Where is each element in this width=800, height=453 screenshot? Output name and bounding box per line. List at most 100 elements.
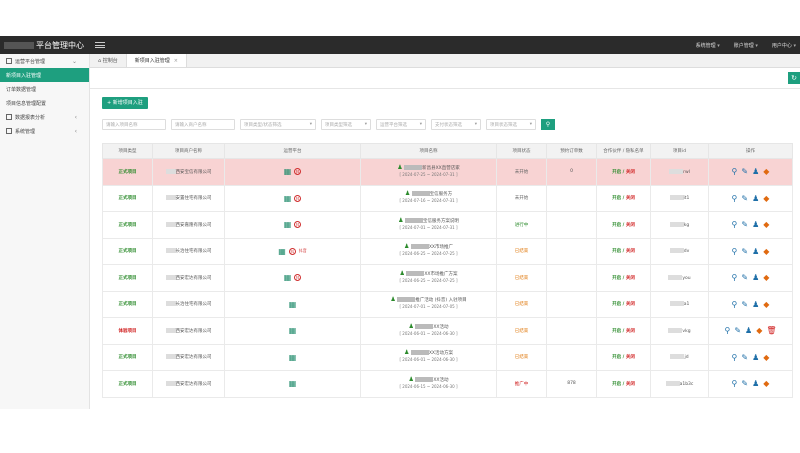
edit-icon[interactable]: ✎: [741, 194, 748, 203]
sidebar-item-new-project[interactable]: 新项目入驻管理: [0, 68, 89, 82]
project-name[interactable]: 推广活动 (抖音) 入驻项目: [415, 298, 466, 303]
gem-icon[interactable]: ◆: [763, 194, 769, 203]
user-icon[interactable]: ♟: [752, 379, 759, 388]
edit-icon[interactable]: ✎: [741, 353, 748, 362]
toggle-on[interactable]: 开启: [612, 382, 621, 387]
user-icon[interactable]: ♟: [752, 273, 759, 282]
type-status-select[interactable]: 项目类型/状态筛选: [240, 119, 316, 130]
refresh-icon[interactable]: ↻: [788, 72, 800, 84]
project-name[interactable]: 宝信服务方: [430, 192, 453, 197]
search-icon[interactable]: ⚲: [724, 326, 730, 335]
user-icon[interactable]: ♟: [752, 194, 759, 203]
project-name[interactable]: XX市场推广方案: [424, 272, 457, 277]
douyin-icon[interactable]: 抖: [294, 194, 302, 202]
search-button[interactable]: ⚲: [541, 119, 555, 130]
sidebar-item-config[interactable]: 项目信息管理配置: [0, 96, 89, 110]
tab-new-project[interactable]: 新项目入驻管理 ×: [126, 54, 187, 67]
user-icon[interactable]: ♟: [745, 326, 752, 335]
app-brand[interactable]: 平台管理中心: [0, 36, 90, 54]
toggle-off[interactable]: 关闭: [626, 329, 635, 334]
qr-code-icon[interactable]: ▦: [289, 353, 297, 362]
toggle-off[interactable]: 关闭: [626, 276, 635, 281]
top-menu-item-3[interactable]: 用户中心: [772, 42, 796, 49]
douyin-icon[interactable]: 抖: [294, 168, 302, 176]
add-project-button[interactable]: + 新增项目入驻: [102, 97, 148, 109]
project-name[interactable]: XX活动: [433, 325, 448, 330]
toggle-off[interactable]: 关闭: [626, 249, 635, 254]
trash-icon[interactable]: 🗑: [766, 326, 776, 335]
type-select[interactable]: 项目类型筛选: [321, 119, 371, 130]
project-name[interactable]: 新昌县XX直营店家: [422, 166, 460, 171]
sidebar-group-reports[interactable]: 数据报表分析 ‹: [0, 110, 89, 124]
toggle-off[interactable]: 关闭: [626, 355, 635, 360]
project-name[interactable]: XX活动: [433, 378, 448, 383]
search-icon[interactable]: ⚲: [732, 194, 738, 203]
platform-select[interactable]: 运营平台筛选: [376, 119, 426, 130]
douyin-icon[interactable]: 抖: [294, 221, 302, 229]
qr-code-icon[interactable]: ▦: [284, 194, 292, 203]
search-icon[interactable]: ⚲: [732, 300, 738, 309]
gem-icon[interactable]: ◆: [763, 379, 769, 388]
edit-icon[interactable]: ✎: [741, 300, 748, 309]
douyin-icon[interactable]: 抖: [288, 247, 296, 255]
douyin-icon[interactable]: 抖: [294, 274, 302, 282]
gem-icon[interactable]: ◆: [763, 247, 769, 256]
edit-icon[interactable]: ✎: [734, 326, 741, 335]
sidebar-item-orders[interactable]: 订单数据管理: [0, 82, 89, 96]
toggle-on[interactable]: 开启: [612, 276, 621, 281]
toggle-on[interactable]: 开启: [612, 329, 621, 334]
toggle-on[interactable]: 开启: [612, 170, 621, 175]
edit-icon[interactable]: ✎: [741, 167, 748, 176]
gem-icon[interactable]: ◆: [756, 326, 762, 335]
search-icon[interactable]: ⚲: [732, 167, 738, 176]
project-name[interactable]: 宝信服务方案说明: [423, 219, 459, 224]
gem-icon[interactable]: ◆: [763, 167, 769, 176]
qr-code-icon[interactable]: ▦: [278, 247, 286, 256]
search-icon[interactable]: ⚲: [732, 353, 738, 362]
toggle-on[interactable]: 开启: [612, 355, 621, 360]
qr-code-icon[interactable]: ▦: [284, 167, 292, 176]
user-icon[interactable]: ♟: [752, 247, 759, 256]
pay-status-select[interactable]: 支付状态筛选: [431, 119, 481, 130]
qr-code-icon[interactable]: ▦: [289, 300, 297, 309]
edit-icon[interactable]: ✎: [741, 247, 748, 256]
sidebar-group-platform[interactable]: 运营平台管理 ⌄: [0, 54, 89, 68]
qr-code-icon[interactable]: ▦: [289, 379, 297, 388]
merchant-name-input[interactable]: 请输入商户名称: [171, 119, 235, 130]
toggle-on[interactable]: 开启: [612, 223, 621, 228]
edit-icon[interactable]: ✎: [741, 379, 748, 388]
close-icon[interactable]: ×: [174, 58, 178, 64]
search-icon[interactable]: ⚲: [732, 247, 738, 256]
project-status-select[interactable]: 项目状态筛选: [486, 119, 536, 130]
tab-console[interactable]: ⌂ 控制台: [90, 54, 127, 67]
top-menu-item-1[interactable]: 系统管理: [696, 42, 720, 49]
gem-icon[interactable]: ◆: [763, 353, 769, 362]
edit-icon[interactable]: ✎: [741, 220, 748, 229]
qr-code-icon[interactable]: ▦: [289, 326, 297, 335]
toggle-off[interactable]: 关闭: [626, 302, 635, 307]
user-icon[interactable]: ♟: [752, 220, 759, 229]
gem-icon[interactable]: ◆: [763, 300, 769, 309]
toggle-on[interactable]: 开启: [612, 249, 621, 254]
toggle-off[interactable]: 关闭: [626, 382, 635, 387]
toggle-off[interactable]: 关闭: [626, 170, 635, 175]
user-icon[interactable]: ♟: [752, 300, 759, 309]
user-icon[interactable]: ♟: [752, 353, 759, 362]
toggle-on[interactable]: 开启: [612, 302, 621, 307]
search-icon[interactable]: ⚲: [732, 220, 738, 229]
search-icon[interactable]: ⚲: [732, 273, 738, 282]
menu-toggle-icon[interactable]: [94, 40, 106, 50]
toggle-off[interactable]: 关闭: [626, 223, 635, 228]
gem-icon[interactable]: ◆: [763, 220, 769, 229]
project-name[interactable]: XX活动方案: [429, 351, 453, 356]
user-icon[interactable]: ♟: [752, 167, 759, 176]
edit-icon[interactable]: ✎: [741, 273, 748, 282]
project-name[interactable]: XX市场推广: [429, 245, 453, 250]
qr-code-icon[interactable]: ▦: [284, 220, 292, 229]
sidebar-group-system[interactable]: 系统管理 ‹: [0, 124, 89, 138]
qr-code-icon[interactable]: ▦: [284, 273, 292, 282]
top-menu-item-2[interactable]: 账户管理: [734, 42, 758, 49]
toggle-on[interactable]: 开启: [612, 196, 621, 201]
gem-icon[interactable]: ◆: [763, 273, 769, 282]
project-name-input[interactable]: 请输入项目名称: [102, 119, 166, 130]
